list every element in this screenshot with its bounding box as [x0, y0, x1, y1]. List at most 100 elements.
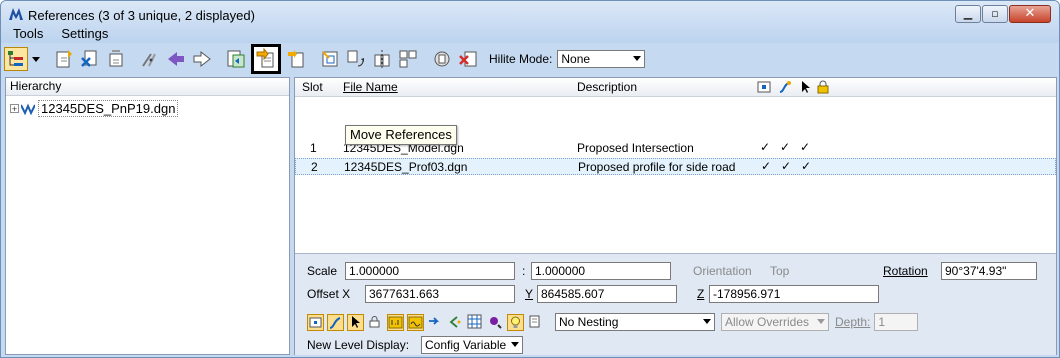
- exchange-button[interactable]: [225, 48, 247, 70]
- level-display-toggle[interactable]: [467, 314, 484, 331]
- display-column-icon[interactable]: [757, 80, 771, 94]
- ignore-attachments-toggle[interactable]: [427, 314, 444, 331]
- locate-toggle[interactable]: [347, 313, 364, 331]
- mirror-icon: [374, 50, 390, 68]
- file-name-column-header[interactable]: File Name: [343, 80, 398, 94]
- detach-reference-button[interactable]: [79, 48, 101, 70]
- new-level-display-label: New Level Display:: [307, 338, 410, 352]
- offset-y-field[interactable]: 864585.607: [537, 285, 677, 303]
- snap-check[interactable]: ✓: [780, 140, 790, 154]
- reference-settings-button[interactable]: [431, 48, 453, 70]
- georeference-toggle[interactable]: [527, 314, 544, 331]
- scale-reference-button[interactable]: [319, 48, 341, 70]
- dgn-file-icon: [21, 102, 35, 115]
- detach-reference-icon: [81, 50, 97, 67]
- tree-root-item[interactable]: + 12345DES_PnP19.dgn: [10, 100, 179, 117]
- orientation-label: Orientation: [693, 264, 752, 278]
- display-icon: [309, 317, 322, 327]
- offset-z-label: Z: [697, 287, 705, 301]
- menu-settings[interactable]: Settings: [49, 25, 114, 43]
- lock-column-icon[interactable]: [816, 80, 830, 94]
- depth-field[interactable]: 1: [874, 313, 919, 331]
- scale-reference-icon: [322, 51, 338, 67]
- depth-label: Depth:: [835, 315, 871, 329]
- hilite-mode-select[interactable]: None: [557, 50, 646, 68]
- window-title: References (3 of 3 unique, 2 displayed): [28, 8, 255, 23]
- scale-reference-field[interactable]: 1.000000: [531, 262, 671, 280]
- document-icon: [529, 315, 540, 327]
- display-check[interactable]: ✓: [760, 140, 770, 154]
- description-cell: Proposed profile for side road: [578, 160, 736, 174]
- rotate-reference-button[interactable]: [345, 48, 367, 70]
- expand-icon[interactable]: +: [10, 104, 19, 114]
- new-level-display-select[interactable]: Config Variable: [421, 336, 523, 354]
- minimize-button[interactable]: ▁: [955, 5, 981, 23]
- treat-as-element-toggle[interactable]: [487, 314, 504, 331]
- display-check[interactable]: ✓: [761, 159, 771, 173]
- rotation-field[interactable]: 90°37'4.93": [941, 262, 1037, 280]
- detach-all-button[interactable]: [457, 48, 479, 70]
- clip-boundary-button[interactable]: [139, 48, 161, 70]
- slot-cell: 1: [310, 141, 317, 155]
- references-grid-header: Slot File Name Description: [295, 78, 1056, 97]
- slot-column-header[interactable]: Slot: [302, 80, 323, 94]
- nesting-value: No Nesting: [559, 315, 619, 329]
- description-column-header[interactable]: Description: [577, 80, 637, 94]
- scale-master-field[interactable]: 1.000000: [345, 262, 515, 280]
- reference-properties: Scale 1.000000 : 1.000000 Orientation To…: [295, 253, 1056, 355]
- chevron-down-icon: [703, 319, 711, 324]
- true-scale-toggle[interactable]: [387, 313, 404, 331]
- overrides-select[interactable]: Allow Overrides: [721, 313, 829, 331]
- clip-mask-button[interactable]: [165, 48, 187, 70]
- display-overrides-toggle[interactable]: [507, 313, 524, 331]
- arrow-icon: [429, 316, 440, 325]
- close-button[interactable]: ✕: [1009, 5, 1051, 23]
- snap-check[interactable]: ✓: [781, 159, 791, 173]
- hierarchy-dropdown-button[interactable]: [31, 48, 41, 70]
- move-references-button[interactable]: [251, 44, 281, 74]
- nesting-select[interactable]: No Nesting: [555, 313, 715, 331]
- chevron-down-icon: [817, 319, 825, 324]
- grid-icon: [467, 314, 482, 328]
- display-raster-toggle[interactable]: [447, 314, 464, 331]
- lock-toggle[interactable]: [367, 314, 384, 331]
- new-level-display-value: Config Variable: [425, 338, 507, 352]
- table-row[interactable]: 2 12345DES_Prof03.dgn Proposed profile f…: [295, 158, 1056, 175]
- mirror-horizontal-button[interactable]: [371, 48, 393, 70]
- menu-bar: Tools Settings: [1, 25, 114, 43]
- attach-reference-button[interactable]: [53, 48, 75, 70]
- display-toggle[interactable]: [307, 313, 324, 331]
- orientation-value: Top: [770, 264, 790, 278]
- hilite-mode-value: None: [561, 52, 591, 66]
- hilite-mode-label: Hilite Mode:: [489, 52, 553, 66]
- reload-reference-button[interactable]: [105, 48, 127, 70]
- overrides-value: Allow Overrides: [725, 315, 810, 329]
- snap-toggle[interactable]: [327, 313, 344, 331]
- rotate-reference-icon: [347, 50, 364, 67]
- hierarchy-header: Hierarchy: [6, 78, 289, 96]
- locate-check[interactable]: ✓: [800, 140, 810, 154]
- menu-tools[interactable]: Tools: [1, 25, 49, 43]
- locate-column-icon[interactable]: [798, 80, 812, 94]
- microstation-app-icon: [8, 7, 24, 21]
- hierarchy-toggle-button[interactable]: [4, 47, 28, 71]
- minimize-icon: ▁: [963, 7, 973, 20]
- mirror-vertical-button[interactable]: [397, 48, 419, 70]
- snap-column-icon[interactable]: [778, 80, 792, 94]
- delete-clip-button[interactable]: [191, 48, 213, 70]
- file-name-cell: 12345DES_Prof03.dgn: [344, 160, 468, 174]
- attach-reference-icon: [56, 50, 72, 68]
- copy-reference-button[interactable]: [285, 48, 307, 70]
- lightbulb-icon: [511, 316, 520, 328]
- offset-x-field[interactable]: 3677631.663: [365, 285, 515, 303]
- scale-line-styles-toggle[interactable]: [407, 313, 424, 331]
- reload-reference-icon: [109, 50, 123, 67]
- maximize-button[interactable]: ▫: [982, 5, 1008, 23]
- locate-check[interactable]: ✓: [801, 159, 811, 173]
- offset-z-field[interactable]: -178956.971: [709, 285, 879, 303]
- clip-mask-icon: [168, 52, 184, 66]
- move-references-icon: [256, 48, 274, 68]
- clip-boundary-icon: [142, 53, 156, 67]
- title-bar: References (3 of 3 unique, 2 displayed) …: [1, 1, 1059, 43]
- references-window: References (3 of 3 unique, 2 displayed) …: [0, 0, 1060, 358]
